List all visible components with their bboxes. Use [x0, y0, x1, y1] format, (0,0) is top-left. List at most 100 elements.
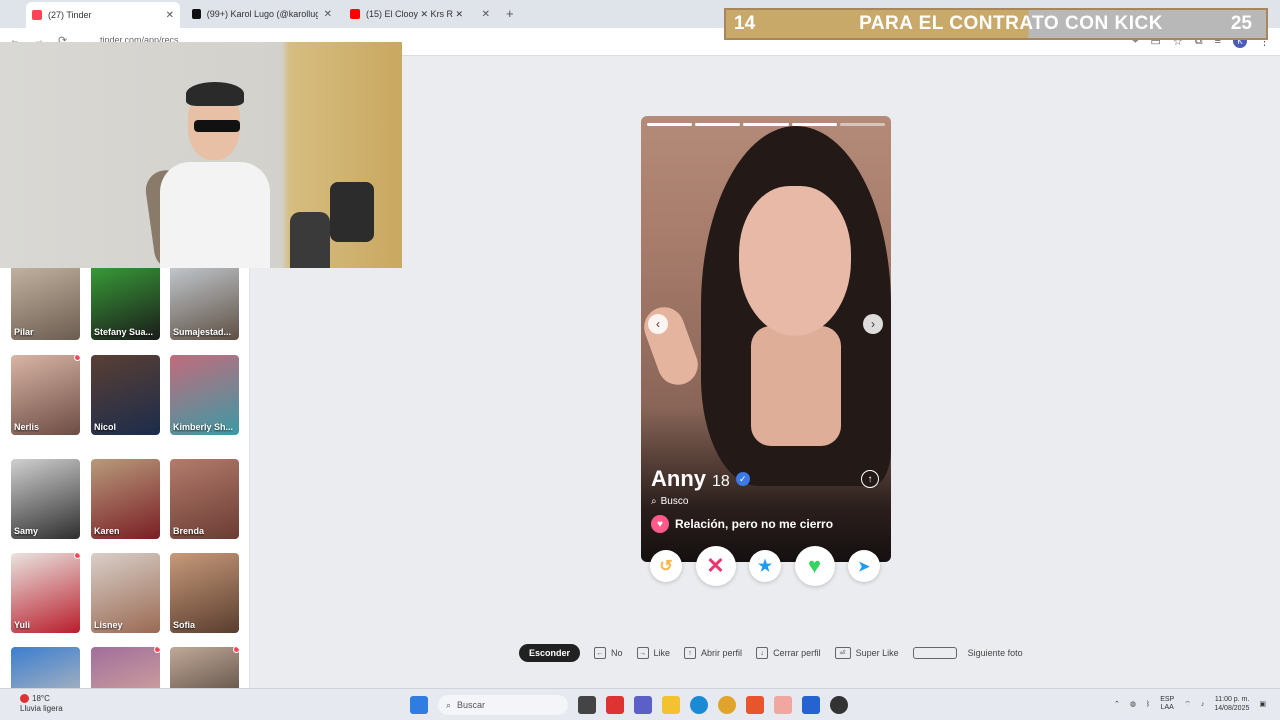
- match-thumbnail[interactable]: [91, 647, 160, 688]
- app-icon[interactable]: [606, 696, 624, 714]
- photo-progress-segment: [647, 123, 693, 126]
- tab-label: (15) El Clooy ✕ Krs R ✕: [366, 8, 464, 19]
- match-thumbnail[interactable]: [170, 647, 239, 688]
- photo-progress-segment: [791, 123, 837, 126]
- weather-condition: Lluvia ligera: [20, 704, 63, 713]
- match-thumbnail[interactable]: Stefany Sua...: [91, 268, 160, 340]
- streamer-figure: [143, 72, 374, 268]
- language-indicator[interactable]: ESP LAA: [1160, 696, 1174, 712]
- match-name: Brenda: [173, 526, 205, 536]
- previous-photo-button[interactable]: ‹: [648, 314, 668, 334]
- teams-icon[interactable]: [634, 696, 652, 714]
- verified-badge-icon: ✓: [735, 472, 750, 486]
- match-thumbnail[interactable]: [11, 647, 80, 688]
- clock[interactable]: 11:00 p. m. 14/08/2025: [1214, 695, 1249, 713]
- rewind-button[interactable]: ↺: [650, 550, 682, 582]
- taskbar-search[interactable]: ⌕ Buscar: [438, 695, 568, 715]
- profile-info: Anny 18 ✓ ⌕ Busco ♥ Relación, pero no me…: [651, 466, 833, 533]
- brave-icon[interactable]: [746, 696, 764, 714]
- match-name: Nicol: [94, 422, 117, 432]
- hide-shortcuts-button[interactable]: Esconder: [519, 644, 581, 662]
- match-name: Samy: [14, 526, 39, 536]
- obs-icon[interactable]: [830, 696, 848, 714]
- match-thumbnail[interactable]: Karen: [91, 459, 160, 539]
- photo-progress-segment: [743, 123, 789, 126]
- shortcut-super-like: ⏎ Super Like: [834, 647, 899, 659]
- match-thumbnail[interactable]: Brenda: [170, 459, 239, 539]
- shortcut-close-profile: ↓ Cerrar perfil: [756, 647, 821, 659]
- search-icon: ⌕: [651, 496, 657, 507]
- match-thumbnail[interactable]: Pilar: [11, 268, 80, 340]
- task-view-icon[interactable]: [578, 696, 596, 714]
- match-name: Pilar: [14, 327, 34, 337]
- bluetooth-icon[interactable]: ᛒ: [1146, 701, 1150, 708]
- match-name: Karen: [94, 526, 120, 536]
- tab-label: (27) Tinder: [48, 10, 92, 20]
- network-icon[interactable]: ◍: [1130, 700, 1136, 708]
- open-profile-button[interactable]: ↑: [861, 470, 879, 488]
- match-name: Kimberly Sh...: [173, 422, 234, 432]
- match-thumbnail[interactable]: Nicol: [91, 355, 160, 435]
- mail-icon[interactable]: [774, 696, 792, 714]
- tab-tiktok[interactable]: (99+) Karol Lugo (@karollugo8) ✕: [186, 4, 338, 24]
- tab-tinder[interactable]: (27) Tinder ✕: [26, 2, 180, 28]
- photo-progress-segment: [695, 123, 741, 126]
- match-thumbnail[interactable]: Sofia: [170, 553, 239, 633]
- nope-button[interactable]: ✕: [695, 546, 736, 586]
- tiktok-favicon-icon: [192, 9, 201, 19]
- match-thumbnail[interactable]: Kimberly Sh...: [170, 355, 239, 435]
- profile-card[interactable]: ‹ › Anny 18 ✓ ⌕ Busco ♥ Relación, pero n…: [641, 116, 891, 562]
- search-placeholder: Buscar: [457, 700, 486, 710]
- notifications-icon[interactable]: ▣: [1259, 700, 1266, 708]
- heart-eyes-emoji-icon: ♥: [651, 515, 669, 533]
- tab-label: (99+) Karol Lugo (@karollugo8): [206, 9, 318, 19]
- matches-sidebar: Pilar Stefany Sua... Sumajestad... Nerlis Ni…: [0, 268, 250, 688]
- profile-photo: [739, 186, 851, 336]
- counter-right-number: 25: [1230, 13, 1252, 34]
- close-tab-icon[interactable]: ✕: [324, 9, 332, 20]
- seeking-label: Busco: [660, 496, 689, 507]
- profile-name: Anny: [651, 466, 706, 491]
- shortcut-next-photo: Siguiente foto: [912, 647, 1023, 659]
- match-name: Nerlis: [14, 422, 40, 432]
- chrome-icon[interactable]: [718, 696, 736, 714]
- shortcut-open-profile: ↑ Abrir perfil: [684, 647, 742, 659]
- super-like-button[interactable]: ★: [749, 550, 781, 582]
- microphone-icon: [330, 182, 374, 242]
- weather-widget[interactable]: 18°C Lluvia ligera: [20, 694, 63, 714]
- shortcut-label: No: [611, 648, 623, 658]
- chevron-up-icon[interactable]: ⌃: [1114, 700, 1120, 708]
- up-arrow-key-icon: ↑: [684, 647, 697, 659]
- match-thumbnail[interactable]: Yuli: [11, 553, 80, 633]
- boost-button[interactable]: ➤: [848, 550, 880, 582]
- match-thumbnail[interactable]: Samy: [11, 459, 80, 539]
- shortcut-like: → Like: [636, 647, 671, 659]
- shortcut-label: Super Like: [855, 648, 899, 658]
- shortcut-label: Like: [653, 648, 671, 658]
- match-thumbnail[interactable]: Nerlis: [11, 355, 80, 435]
- windows-start-icon[interactable]: [410, 696, 428, 714]
- left-arrow-key-icon: ←: [594, 647, 607, 659]
- edge-icon[interactable]: [690, 696, 708, 714]
- speaker-icon[interactable]: ♪: [1201, 701, 1205, 708]
- right-arrow-key-icon: →: [636, 647, 649, 659]
- wifi-icon[interactable]: ⌔: [1184, 700, 1191, 709]
- match-thumbnail[interactable]: Lisney: [91, 553, 160, 633]
- file-explorer-icon[interactable]: [662, 696, 680, 714]
- new-tab-button[interactable]: +: [506, 6, 514, 21]
- match-name: Sofia: [173, 620, 196, 630]
- close-tab-icon[interactable]: ✕: [482, 9, 490, 20]
- tab-youtube[interactable]: (15) El Clooy ✕ Krs R ✕ ✕: [344, 4, 496, 24]
- new-message-dot-icon: [233, 647, 239, 653]
- shortcut-label: Abrir perfil: [701, 648, 743, 658]
- close-tab-icon[interactable]: ✕: [166, 10, 174, 21]
- swipe-actions: ↺ ✕ ★ ♥ ➤: [650, 546, 880, 586]
- like-button[interactable]: ♥: [794, 546, 835, 586]
- keyboard-shortcuts-bar: Esconder ← No → Like ↑ Abrir perfil ↓ Cerrar…: [519, 644, 1037, 662]
- shortcut-label: Siguiente foto: [967, 648, 1023, 658]
- store-icon[interactable]: [802, 696, 820, 714]
- temperature: 18°C: [32, 694, 50, 703]
- match-name: Stefany Sua...: [94, 327, 154, 337]
- match-thumbnail[interactable]: Sumajestad...: [170, 268, 239, 340]
- next-photo-button[interactable]: ›: [863, 314, 883, 334]
